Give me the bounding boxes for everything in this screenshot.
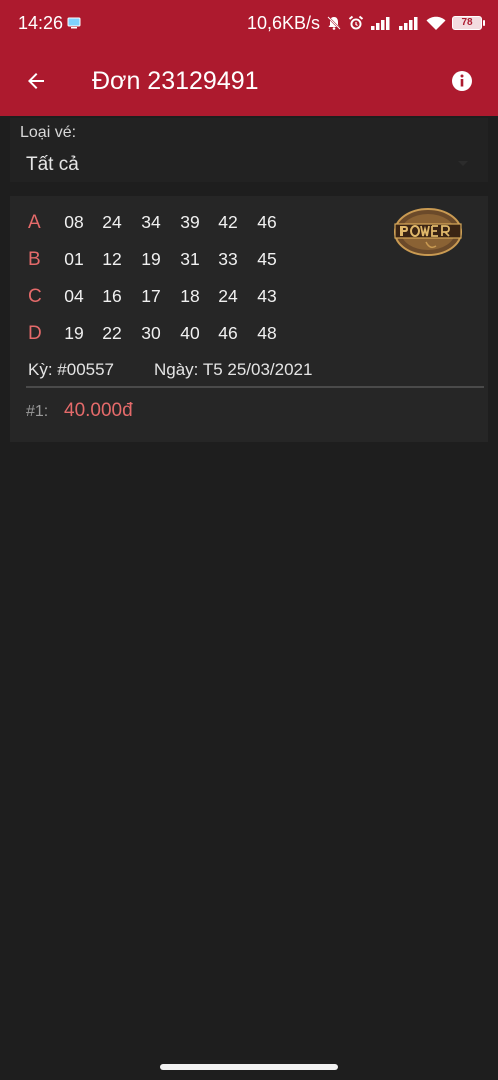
- app-bar: Đơn 23129491: [0, 46, 498, 116]
- ticket-number: 33: [218, 249, 238, 269]
- ticket-number: 42: [218, 212, 238, 232]
- header: 14:26 10,6KB/s 78 Đơn 23129491: [0, 0, 498, 116]
- power-655-logo: [394, 208, 462, 256]
- ticket-number: 30: [141, 323, 161, 343]
- battery-icon: 78: [452, 16, 485, 30]
- line-label: C: [28, 285, 42, 307]
- ticket-number: 46: [218, 323, 238, 343]
- ticket-number: 31: [180, 249, 200, 269]
- draw-date: Ngày: T5 25/03/2021: [154, 360, 313, 379]
- dropdown-value: Tất cả: [26, 154, 79, 175]
- status-right-group: 10,6KB/s 78: [246, 12, 485, 34]
- ticket-number: 04: [64, 286, 84, 306]
- ticket-number: 19: [64, 323, 84, 343]
- signal-icon-1: [370, 16, 392, 30]
- price-row: #1: 40.000đ: [26, 400, 133, 422]
- ticket-number: 48: [257, 323, 277, 343]
- ticket-number: 22: [102, 323, 122, 343]
- ticket-price: 40.000đ: [64, 400, 133, 421]
- line-label: D: [28, 322, 42, 344]
- alarm-icon: [348, 15, 364, 31]
- info-button[interactable]: [426, 46, 498, 116]
- info-icon: [452, 71, 472, 91]
- ticket-number: 19: [141, 249, 161, 269]
- page-title: Đơn 23129491: [92, 66, 259, 95]
- ticket-number: 46: [257, 212, 277, 232]
- filter-label: Loại vé:: [20, 124, 77, 141]
- ticket-number: 01: [64, 249, 84, 269]
- draw-number: Kỳ: #00557: [28, 360, 115, 379]
- ticket-number: 45: [257, 249, 277, 269]
- divider: [26, 386, 484, 388]
- ticket-number: 17: [141, 286, 161, 306]
- ticket-number: 39: [180, 212, 200, 232]
- back-button[interactable]: [0, 46, 72, 116]
- ticket-number: 18: [180, 286, 200, 306]
- ticket-meta: Kỳ: #00557 Ngày: T5 25/03/2021: [28, 360, 312, 380]
- ticket-number: 08: [64, 212, 84, 232]
- ticket-card[interactable]: A 08 24 34 39 42 46 B 01 12 19 31 33 45 …: [10, 196, 488, 442]
- ticket-number: 24: [218, 286, 238, 306]
- mute-bell-icon: [326, 15, 342, 31]
- signal-icon-2: [398, 16, 420, 30]
- line-label: A: [28, 211, 41, 233]
- status-bar: 14:26 10,6KB/s 78: [0, 0, 498, 46]
- ticket-number: 12: [102, 249, 122, 269]
- home-indicator[interactable]: [160, 1064, 338, 1070]
- ticket-number: 24: [102, 212, 122, 232]
- ticket-type-dropdown[interactable]: Tất cả: [10, 148, 488, 182]
- price-index: #1:: [26, 403, 49, 420]
- screen-cast-icon: [67, 17, 81, 29]
- net-speed: 10,6KB/s: [246, 12, 320, 33]
- wifi-icon: [426, 16, 446, 31]
- ticket-number: 40: [180, 323, 200, 343]
- ticket-number: 16: [102, 286, 122, 306]
- arrow-left-icon: [28, 73, 44, 89]
- ticket-type-filter: Loại vé: Tất cả: [10, 118, 488, 182]
- chevron-down-icon: [458, 161, 468, 166]
- status-time-group: 14:26: [18, 13, 81, 34]
- ticket-number: 43: [257, 286, 277, 306]
- ticket-number: 34: [141, 212, 161, 232]
- line-label: B: [28, 248, 41, 270]
- status-time: 14:26: [18, 12, 64, 33]
